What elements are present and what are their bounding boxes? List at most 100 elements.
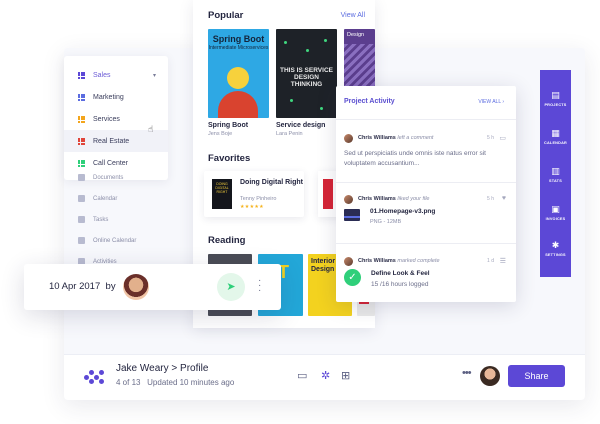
sidebar-item-label: Sales <box>93 71 111 79</box>
breadcrumb-separator: > <box>171 363 178 374</box>
grid-icon <box>78 137 85 145</box>
heart-icon[interactable]: ♥ <box>502 195 506 202</box>
nav-calendar[interactable]: ▦ CALENDAR <box>540 128 571 145</box>
activity-action: left a comment <box>397 135 434 141</box>
more-options-icon[interactable]: ••• <box>462 367 472 379</box>
activity-item[interactable]: Chris Williams left a comment 5 h ▭ Sed … <box>344 134 508 176</box>
sidebar-item-label: Tasks <box>93 216 109 223</box>
file-name[interactable]: 01.Homepage-v3.png <box>370 208 435 215</box>
avatar[interactable] <box>480 366 500 386</box>
rating-stars: ★★★★★ <box>240 204 264 210</box>
grid-icon <box>78 159 85 167</box>
section-title-reading: Reading <box>208 235 246 246</box>
sidebar-item-label: Documents <box>93 174 124 181</box>
calendar-icon: ▦ <box>551 128 560 138</box>
lightbulb-illustration <box>227 67 249 89</box>
send-icon: ➤ <box>226 281 236 293</box>
book-title[interactable]: Service design <box>276 122 325 129</box>
task-progress: 15 /16 hours logged <box>371 281 429 288</box>
divider <box>336 182 516 183</box>
cover-title: Design <box>347 32 365 38</box>
divider <box>336 243 516 244</box>
divider <box>336 119 516 120</box>
sidebar-item-online-calendar[interactable]: Online Calendar <box>64 230 168 251</box>
book-cover <box>323 179 333 209</box>
page-meta: 4 of 13 Updated 10 minutes ago <box>116 378 234 387</box>
projects-icon: ▤ <box>551 90 560 100</box>
book-title: Doing Digital Right <box>240 179 303 186</box>
file-meta: PNG - 12MB <box>370 219 402 225</box>
sidebar-item-documents[interactable]: Documents <box>64 167 168 188</box>
sidebar-item-calendar[interactable]: Calendar <box>64 188 168 209</box>
message-by: by <box>105 281 116 292</box>
view-all-label: VIEW ALL <box>478 99 501 105</box>
sidebar-item-tasks[interactable]: Tasks <box>64 209 168 230</box>
gear-icon <box>78 237 85 244</box>
check-icon: ✓ <box>344 269 361 286</box>
comment-icon[interactable]: ▭ <box>297 369 307 382</box>
avatar <box>344 134 353 143</box>
right-nav: ▤ PROJECTS ▦ CALENDAR ▥ STATS ▣ INVOICES ✱ SE… <box>540 70 571 277</box>
page-counter: 4 of 13 <box>116 378 141 387</box>
book-cover[interactable]: THIS IS SERVICE DESIGN THINKING <box>276 29 337 118</box>
chevron-down-icon[interactable]: ▾ <box>153 72 156 79</box>
send-button[interactable]: ➤ <box>217 273 245 301</box>
activity-line: Chris Williams left a comment <box>358 135 433 141</box>
sidebar-item-label: Calendar <box>93 195 118 202</box>
sidebar-item-sales[interactable]: Sales ▾ <box>64 64 168 86</box>
chevron-right-icon: › <box>502 99 504 105</box>
more-vertical-icon[interactable]: · · · <box>258 276 261 296</box>
document-icon <box>78 174 85 181</box>
tasks-icon <box>78 216 85 223</box>
grid-icon[interactable]: ⊞ <box>341 369 350 382</box>
sidebar-item-label: Marketing <box>93 93 124 101</box>
nav-card: Sales ▾ Marketing Services Real Estate C… <box>64 56 168 180</box>
nav-label: INVOICES <box>545 217 566 221</box>
image-file-icon <box>344 209 360 221</box>
activity-user: Chris Williams <box>358 196 396 202</box>
view-all-link[interactable]: VIEW ALL › <box>478 99 504 105</box>
nav-projects[interactable]: ▤ PROJECTS <box>540 90 571 107</box>
section-title-popular: Popular <box>208 10 244 21</box>
calendar-icon <box>78 195 85 202</box>
favorite-book-card[interactable]: DOING DIGITAL RIGHT Doing Digital Right … <box>204 171 304 217</box>
book-author: Lara Penin <box>276 131 303 137</box>
activity-action: marked complete <box>397 258 440 264</box>
cover-title: THIS IS SERVICE DESIGN THINKING <box>280 67 333 88</box>
book-cover: DOING DIGITAL RIGHT <box>212 179 232 209</box>
activity-item[interactable]: Chris Williams marked complete 1 d ☰ ✓ D… <box>344 257 508 293</box>
cover-illustration <box>218 91 258 118</box>
task-name: Define Look & Feel <box>371 270 430 277</box>
grid-icon <box>78 93 85 101</box>
avatar <box>344 257 353 266</box>
project-activity-panel: Project Activity VIEW ALL › Chris Willia… <box>336 86 516 302</box>
activity-item[interactable]: Chris Williams liked your file 5 h ♥ 01.… <box>344 195 508 229</box>
nav-settings[interactable]: ✱ SETTINGS <box>540 240 571 257</box>
avatar[interactable] <box>123 274 149 300</box>
nav-label: STATS <box>549 179 562 183</box>
footer-bar: Jake Weary > Profile 4 of 13 Updated 10 … <box>64 354 585 400</box>
gear-icon[interactable]: ✲ <box>321 369 330 382</box>
panel-title: Project Activity <box>344 98 395 105</box>
activity-time: 5 h <box>487 196 494 202</box>
activity-user: Chris Williams <box>358 135 396 141</box>
nav-label: SETTINGS <box>545 253 566 257</box>
section-title-favorites: Favorites <box>208 153 251 164</box>
grid-icon <box>78 115 85 123</box>
book-author: Jens Boje <box>208 131 233 137</box>
breadcrumb: Jake Weary > Profile <box>116 363 208 374</box>
nav-invoices[interactable]: ▣ INVOICES <box>540 204 571 221</box>
book-title[interactable]: Spring Boot <box>208 122 248 129</box>
updated-time: Updated 10 minutes ago <box>147 378 235 387</box>
breadcrumb-user[interactable]: Jake Weary <box>116 363 169 374</box>
view-all-link[interactable]: View All <box>341 12 365 19</box>
book-cover[interactable]: Spring Boot Intermediate Microservices <box>208 29 269 118</box>
sidebar-item-marketing[interactable]: Marketing <box>64 86 168 108</box>
cover-title: Spring Boot <box>212 34 265 44</box>
activity-line: Chris Williams liked your file <box>358 196 430 202</box>
message-card: 10 Apr 2017 by ➤ · · · <box>24 264 281 310</box>
list-icon: ☰ <box>499 258 506 265</box>
comment-icon: ▭ <box>499 135 506 142</box>
share-button[interactable]: Share <box>508 365 565 387</box>
nav-stats[interactable]: ▥ STATS <box>540 166 571 183</box>
